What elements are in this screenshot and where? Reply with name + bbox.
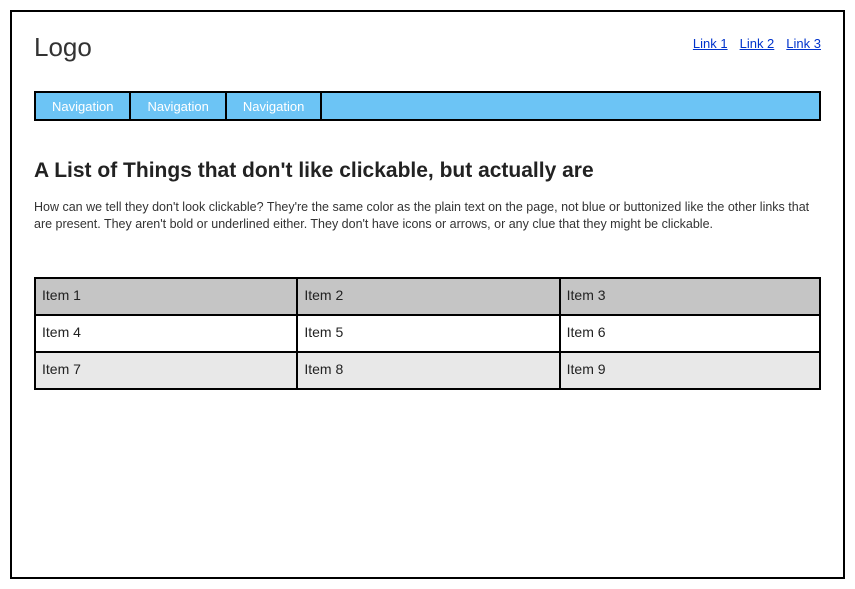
grid-item-8[interactable]: Item 8 xyxy=(296,353,558,390)
nav-item-1[interactable]: Navigation xyxy=(36,93,131,119)
items-grid: Item 1 Item 2 Item 3 Item 4 Item 5 Item … xyxy=(34,277,821,390)
top-link-3[interactable]: Link 3 xyxy=(786,36,821,51)
page-paragraph: How can we tell they don't look clickabl… xyxy=(34,199,821,233)
grid-item-3[interactable]: Item 3 xyxy=(559,279,821,316)
top-link-2[interactable]: Link 2 xyxy=(740,36,775,51)
top-link-1[interactable]: Link 1 xyxy=(693,36,728,51)
grid-item-1[interactable]: Item 1 xyxy=(34,279,296,316)
top-bar: Logo Link 1 Link 2 Link 3 xyxy=(34,32,821,63)
grid-item-7[interactable]: Item 7 xyxy=(34,353,296,390)
nav-bar: Navigation Navigation Navigation xyxy=(34,91,821,121)
nav-item-3[interactable]: Navigation xyxy=(227,93,322,119)
page-frame: Logo Link 1 Link 2 Link 3 Navigation Nav… xyxy=(10,10,845,579)
top-links: Link 1 Link 2 Link 3 xyxy=(693,36,821,51)
grid-item-6[interactable]: Item 6 xyxy=(559,316,821,353)
grid-item-2[interactable]: Item 2 xyxy=(296,279,558,316)
grid-item-4[interactable]: Item 4 xyxy=(34,316,296,353)
page-heading: A List of Things that don't like clickab… xyxy=(34,159,821,183)
grid-item-9[interactable]: Item 9 xyxy=(559,353,821,390)
nav-item-2[interactable]: Navigation xyxy=(131,93,226,119)
logo[interactable]: Logo xyxy=(34,32,92,63)
grid-item-5[interactable]: Item 5 xyxy=(296,316,558,353)
